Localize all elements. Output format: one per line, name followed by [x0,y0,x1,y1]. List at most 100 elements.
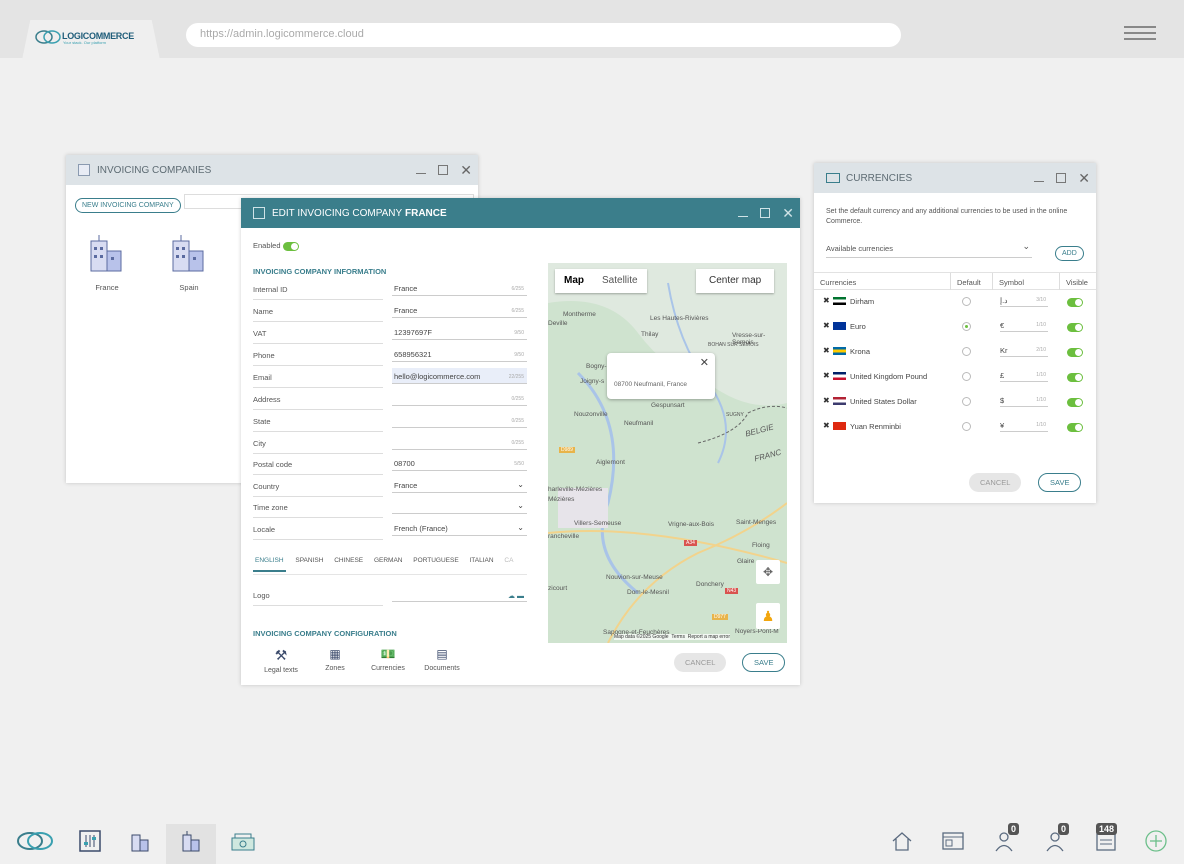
remove-icon[interactable]: ✖ [823,346,830,355]
home-icon[interactable] [891,830,913,852]
map-tab-map[interactable]: Map [555,269,593,293]
report-link[interactable]: Report a map error [688,634,730,640]
terms-link[interactable]: Terms [671,634,685,640]
field-input[interactable]: 12397697F [392,324,527,340]
symbol-input[interactable]: €1/10 [1000,318,1048,332]
chevron-down-icon[interactable]: ⌄ [517,523,524,532]
tab-chinese[interactable]: CHINESE [334,557,363,564]
dashboard-icon[interactable] [942,830,964,852]
add-button[interactable]: ADD [1055,246,1084,261]
field-input[interactable]: hello@logicommerce.com [392,368,527,384]
field-input[interactable] [392,412,527,428]
logicommerce-icon[interactable] [16,830,54,852]
field-input[interactable]: 08700 [392,455,527,471]
cancel-button[interactable]: CANCEL [969,473,1022,492]
buildings-icon[interactable] [129,830,151,852]
field-input[interactable] [392,390,527,406]
maximize-icon[interactable] [760,208,771,218]
center-map-button[interactable]: Center map [696,269,775,293]
close-icon[interactable]: ✕ [1078,171,1090,185]
map-place: Deville [548,320,568,327]
close-icon[interactable]: ✕ [460,163,472,177]
map-place: SUGNY [726,412,744,418]
flag-icon [833,297,846,305]
field-input[interactable] [392,434,527,450]
field-input[interactable]: France [392,302,527,318]
add-icon[interactable] [1145,830,1167,852]
window-title: CURRENCIES [846,172,913,184]
cancel-button[interactable]: CANCEL [674,653,727,672]
default-radio[interactable] [962,422,971,431]
config-zones[interactable]: ▦ Zones [315,647,355,672]
map-pan-control-icon[interactable]: ✥ [756,560,780,584]
visible-toggle[interactable] [1067,297,1083,307]
field-input[interactable]: 658956321 [392,346,527,362]
symbol-input[interactable]: ¥1/10 [1000,418,1048,432]
locale-select[interactable]: French (France) [392,520,527,536]
map-place: Les Hautes-Rivières [650,315,709,322]
chevron-down-icon[interactable]: ⌄ [1022,241,1030,252]
visible-toggle[interactable] [1067,372,1083,382]
symbol-input[interactable]: د.إ 3/10 [1000,293,1048,307]
url-bar[interactable]: https://admin.logicommerce.cloud [186,23,901,47]
minimize-icon[interactable] [738,209,749,217]
symbol-input[interactable]: £1/10 [1000,368,1048,382]
chevron-down-icon[interactable]: ⌄ [517,480,524,489]
remove-icon[interactable]: ✖ [823,296,830,305]
default-radio[interactable] [962,297,971,306]
symbol-input[interactable]: Kr 2/10 [1000,343,1048,357]
new-invoicing-company-button[interactable]: NEW INVOICING COMPANY [75,198,181,213]
visible-toggle[interactable] [1067,322,1083,332]
company-card-spain[interactable]: Spain [168,235,210,292]
field-input[interactable]: France [392,280,527,296]
money-icon[interactable] [230,830,256,852]
country-select[interactable]: France [392,477,527,493]
config-currencies[interactable]: 💵 Currencies [368,647,408,672]
config-legal-texts[interactable]: ⚒ Legal texts [261,647,301,674]
default-radio[interactable] [962,322,971,331]
tab-more[interactable]: CA [504,557,513,564]
settings-sliders-icon[interactable] [79,830,101,852]
map-tab-satellite[interactable]: Satellite [593,269,647,293]
tab-english[interactable]: ENGLISH [253,557,286,572]
save-button[interactable]: SAVE [742,653,786,672]
remove-icon[interactable]: ✖ [823,421,830,430]
remove-icon[interactable]: ✖ [823,321,830,330]
default-radio[interactable] [962,347,971,356]
currency-row: ✖ United Kingdom Pound £1/10 [820,364,1096,389]
tab-spanish[interactable]: SPANISH [295,557,323,564]
minimize-icon[interactable] [1034,174,1045,182]
config-documents[interactable]: ▤ Documents [422,647,462,672]
time-zone-select[interactable] [392,498,527,514]
map-place: Dom-le-Mesnil [627,589,669,596]
remove-icon[interactable]: ✖ [823,371,830,380]
symbol-input[interactable]: $1/10 [1000,393,1048,407]
visible-toggle[interactable] [1067,397,1083,407]
map-view[interactable]: Map Satellite Center map Montherme Les H… [548,263,787,643]
visible-toggle[interactable] [1067,347,1083,357]
map-place: harleville-Mézières [548,486,603,493]
remove-icon[interactable]: ✖ [823,396,830,405]
tab-italian[interactable]: ITALIAN [470,557,494,564]
logo-input[interactable] [392,586,527,602]
tab-german[interactable]: GERMAN [374,557,403,564]
tab-portuguese[interactable]: PORTUGUESE [413,557,458,564]
close-icon[interactable]: ✕ [782,206,794,220]
invoicing-company-icon[interactable] [180,830,202,852]
minimize-icon[interactable] [416,166,427,174]
visible-toggle[interactable] [1067,422,1083,432]
maximize-icon[interactable] [438,165,449,175]
enabled-toggle[interactable] [282,241,299,251]
pegman-icon[interactable]: ♟ [756,603,780,629]
company-card-france[interactable]: France [86,235,128,292]
maximize-icon[interactable] [1056,173,1067,183]
available-currencies-select[interactable]: Available currencies ⌄ [826,241,1032,258]
upload-icon[interactable]: ☁ ▬ [508,592,524,600]
chevron-down-icon[interactable]: ⌄ [517,501,524,510]
map-place: Thilay [641,331,659,338]
close-icon[interactable]: ✕ [700,356,709,369]
menu-icon[interactable] [1124,26,1156,40]
default-radio[interactable] [962,397,971,406]
save-button[interactable]: SAVE [1038,473,1082,492]
default-radio[interactable] [962,372,971,381]
